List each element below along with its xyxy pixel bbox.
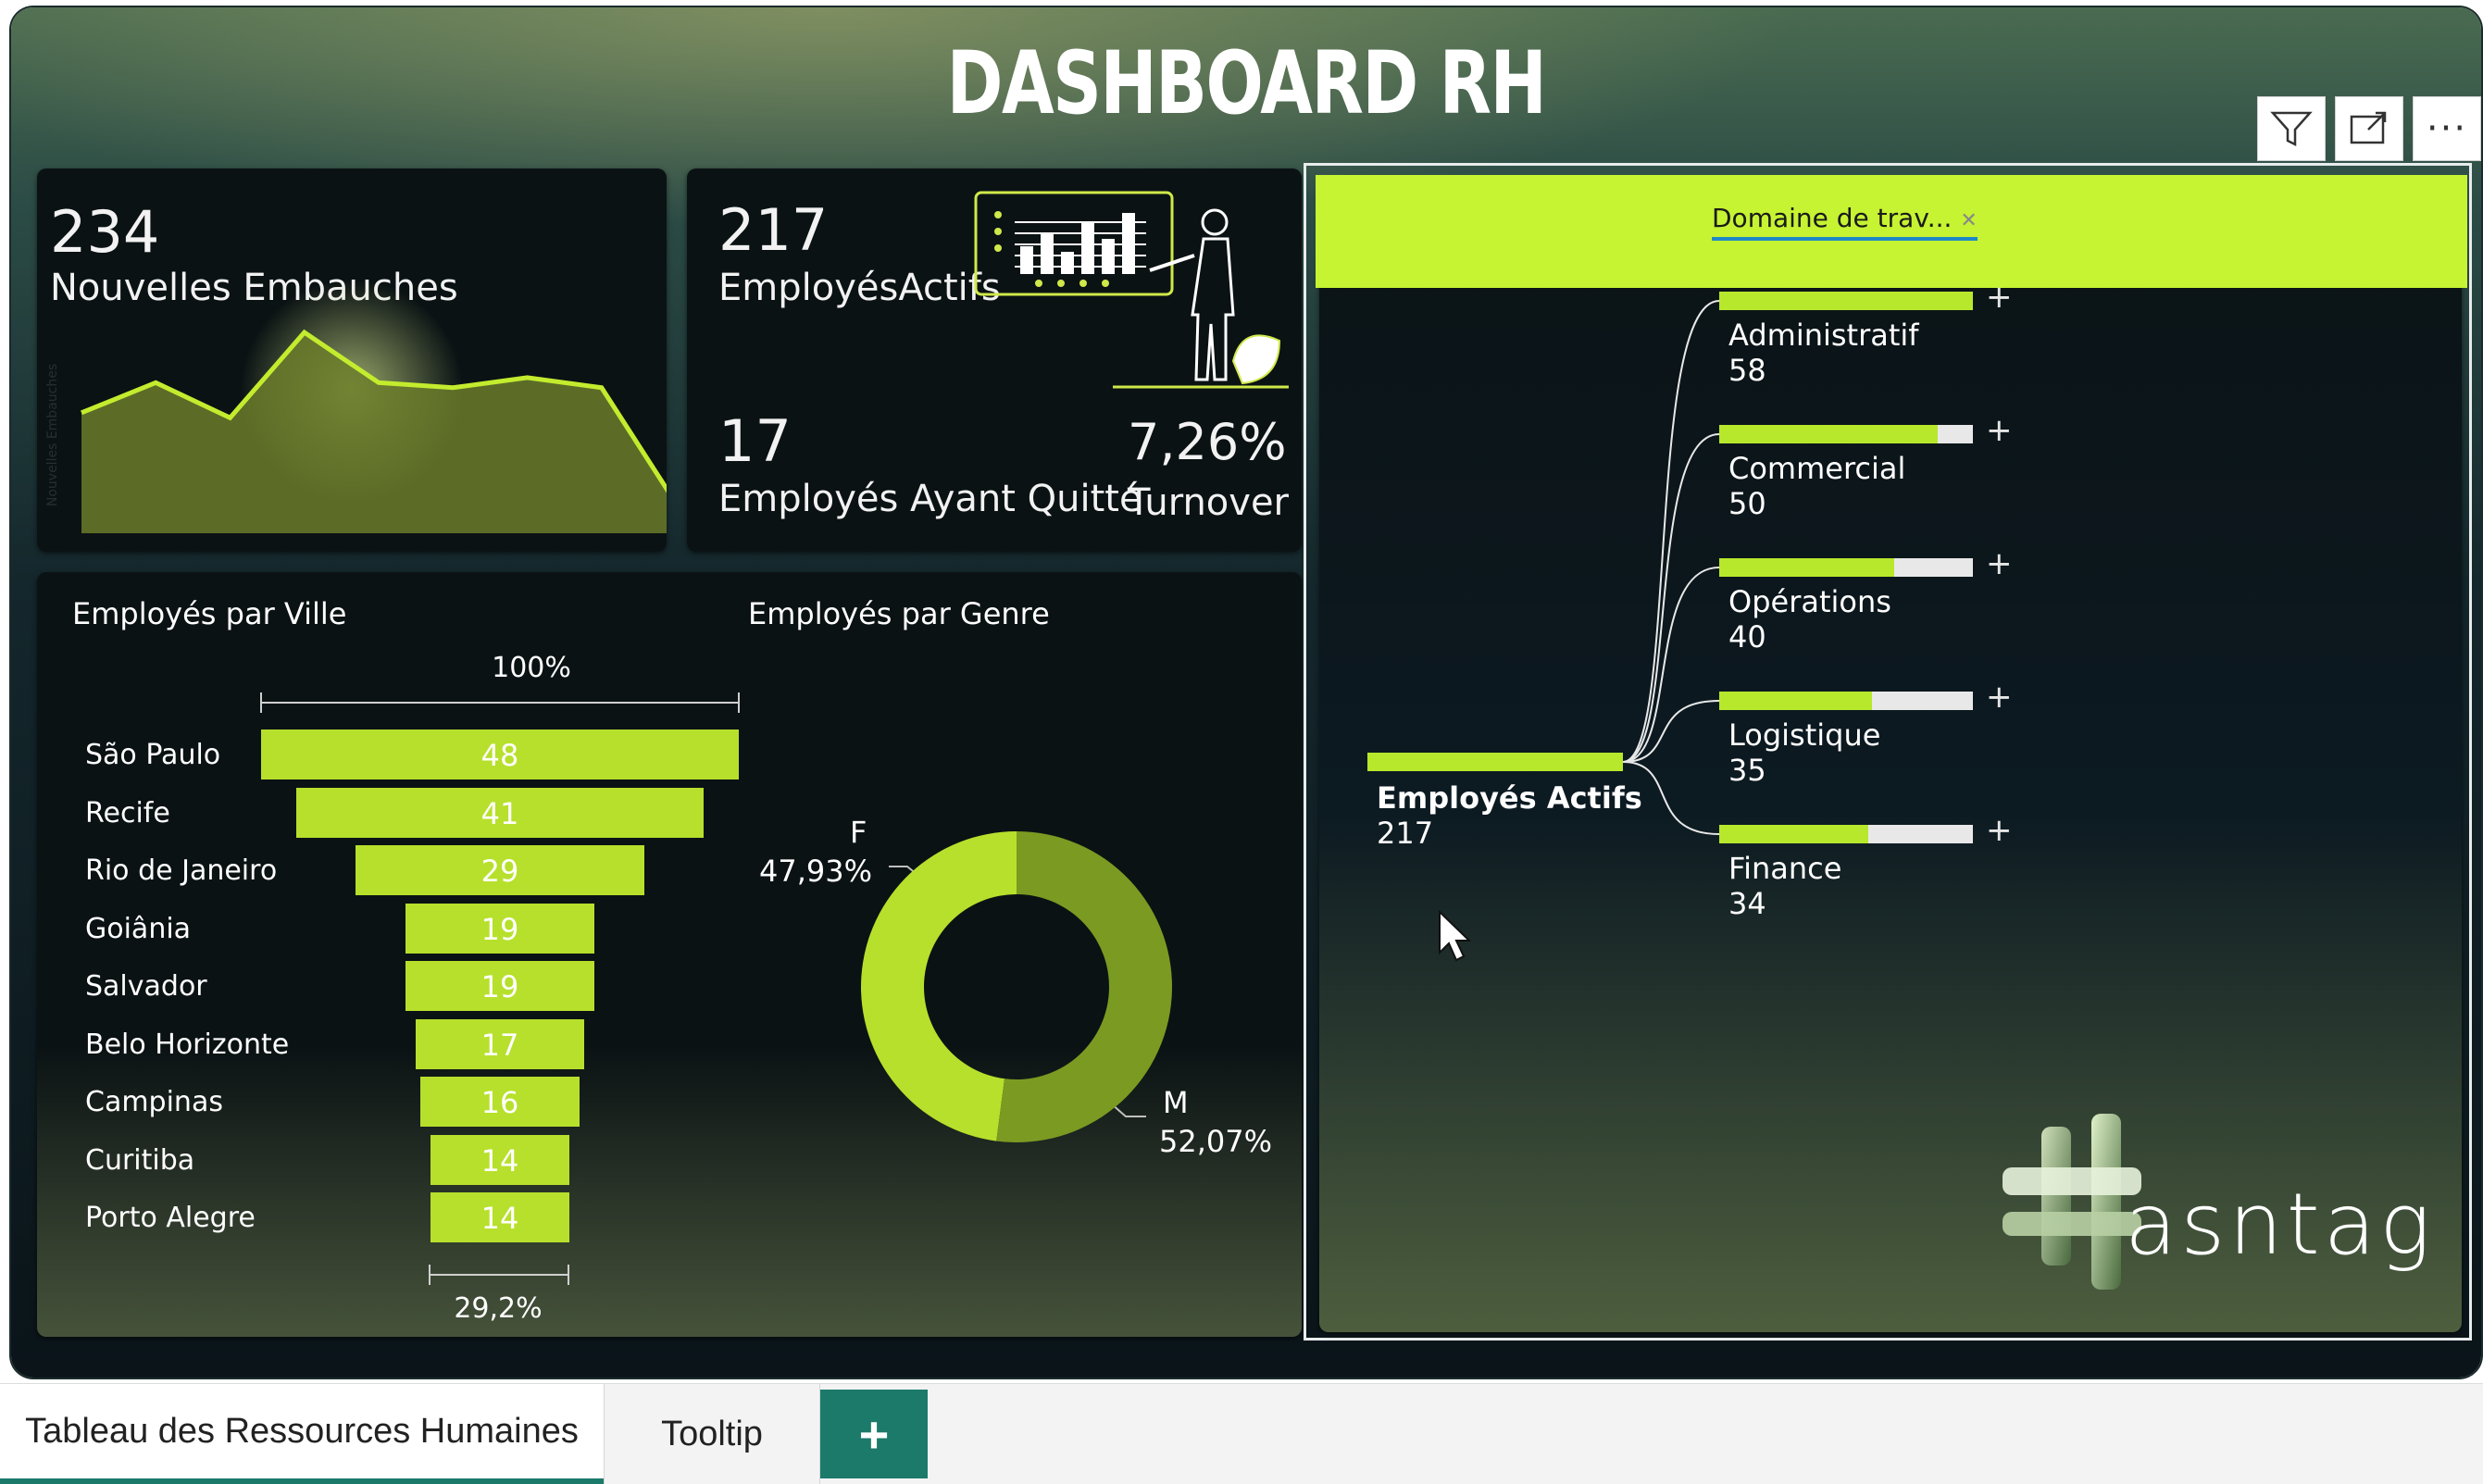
- report-canvas: DASHBOARD RH 234 Nouvelles Embauches Nou…: [11, 7, 2481, 1378]
- plus-icon: +: [858, 1404, 890, 1464]
- page-tabs-bar: Tableau des Ressources Humaines Tooltip …: [0, 1383, 2483, 1484]
- root-value: 217: [1377, 816, 1434, 851]
- hashtag-logo: asntag: [1995, 1108, 2430, 1293]
- card-new-hires[interactable]: 234 Nouvelles Embauches Nouvelles Embauc…: [37, 168, 667, 552]
- tree-connector: [1622, 567, 1720, 763]
- donut-m-label: M: [1163, 1085, 1189, 1120]
- card-active-employees[interactable]: 217 EmployésActifs 17 Employés Ayant Qui…: [687, 168, 1302, 552]
- card-city-gender[interactable]: Employés par Ville 100% 29,2% São Paulo 4…: [37, 572, 1302, 1337]
- tree-connector: [1622, 433, 1720, 763]
- expand-plus-icon[interactable]: +: [1986, 812, 2013, 849]
- tree-node-bar-fill: [1719, 692, 1873, 710]
- tree-node-bar-fill: [1719, 292, 1973, 310]
- tree-node-bar[interactable]: [1719, 425, 1973, 443]
- add-page-button[interactable]: +: [820, 1390, 928, 1478]
- donut-f-pct: 47,93%: [759, 854, 873, 889]
- decomposition-tree-visual[interactable]: Domaine de trav... ✕ Employés Actifs 217…: [1304, 163, 2472, 1341]
- gender-donut-chart: [861, 831, 1173, 1142]
- tree-node-value: 34: [1728, 886, 1766, 921]
- presentation-illustration: [974, 191, 1289, 389]
- kpi-left-value: 17: [718, 407, 792, 475]
- expand-plus-icon[interactable]: +: [1986, 279, 2013, 316]
- donut-m-pct: 52,07%: [1159, 1124, 1273, 1159]
- root-label: Employés Actifs: [1377, 780, 1642, 816]
- tree-node-bar[interactable]: [1719, 692, 1973, 710]
- focus-mode-icon: [2350, 111, 2387, 144]
- tree-node-value: 40: [1728, 619, 1766, 655]
- tree-node-bar[interactable]: [1719, 558, 1973, 577]
- kpi-active-value: 217: [718, 196, 829, 264]
- more-options-icon: ···: [2426, 107, 2468, 150]
- logo-text: asntag: [2125, 1175, 2435, 1274]
- tab-tooltip-label: Tooltip: [661, 1414, 763, 1453]
- donut-slice-m[interactable]: [996, 831, 1173, 1142]
- tab-tooltip[interactable]: Tooltip: [604, 1384, 820, 1484]
- kpi-turnover-label: Turnover: [1128, 481, 1290, 524]
- filter-icon: [2270, 111, 2313, 147]
- expand-plus-icon[interactable]: +: [1986, 679, 2013, 716]
- root-bar: [1367, 753, 1623, 771]
- donut-f-label: F: [850, 815, 867, 850]
- tree-node-bar-fill: [1719, 425, 1939, 443]
- tree-node-bar[interactable]: [1719, 825, 1973, 843]
- tab-hr-dashboard-label: Tableau des Ressources Humaines: [25, 1411, 579, 1451]
- tree-node-value: 50: [1728, 486, 1766, 521]
- kpi-active-label: EmployésActifs: [718, 267, 1001, 309]
- hires-area-chart: [81, 280, 667, 533]
- tree-node-label: Administratif: [1728, 318, 1919, 353]
- expand-plus-icon[interactable]: +: [1986, 412, 2013, 449]
- tree-node-label: Logistique: [1728, 717, 1881, 753]
- tree-node-label: Commercial: [1728, 451, 1906, 486]
- mouse-cursor-icon: [1439, 910, 1472, 962]
- kpi-left-label: Employés Ayant Quitté: [718, 478, 1142, 520]
- tab-hr-dashboard[interactable]: Tableau des Ressources Humaines: [0, 1384, 604, 1484]
- tree-node-label: Finance: [1728, 851, 1842, 886]
- donut-slice-f[interactable]: [861, 831, 1017, 1141]
- expand-plus-icon[interactable]: +: [1986, 545, 2013, 582]
- tree-node-label: Opérations: [1728, 584, 1891, 619]
- page-title: DASHBOARD RH: [946, 33, 1547, 134]
- more-options-button[interactable]: ···: [2413, 96, 2481, 161]
- tree-node-value: 58: [1728, 353, 1766, 388]
- tree-node-bar[interactable]: [1719, 292, 1973, 310]
- tree-node-bar-fill: [1719, 825, 1868, 843]
- filter-button[interactable]: [2257, 96, 2326, 161]
- focus-mode-button[interactable]: [2335, 96, 2403, 161]
- tree-node-value: 35: [1728, 753, 1766, 788]
- kpi-turnover-value: 7,26%: [1128, 413, 1287, 471]
- tree-node-bar-fill: [1719, 558, 1894, 577]
